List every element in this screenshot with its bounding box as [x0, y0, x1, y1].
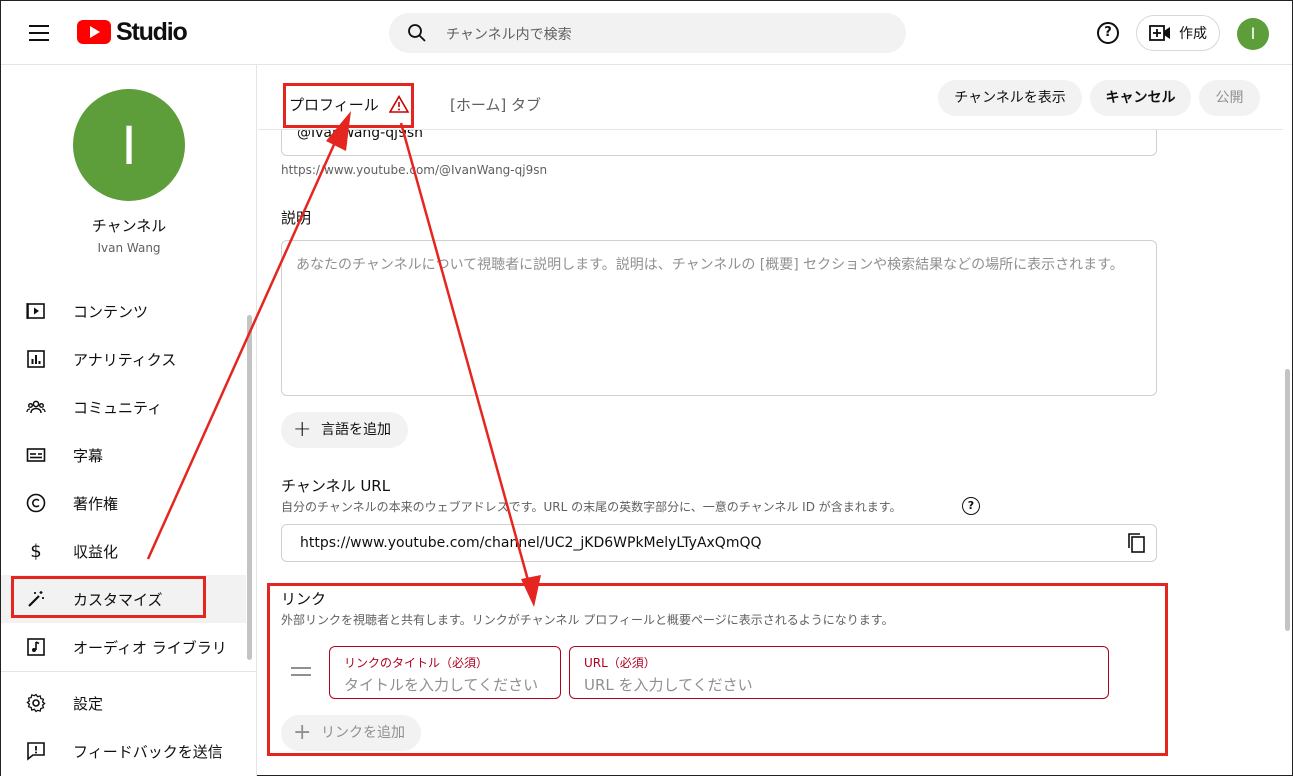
- account-avatar[interactable]: I: [1237, 18, 1269, 50]
- subtitles-icon: [26, 448, 46, 462]
- channel-url-title: チャンネル URL: [281, 477, 391, 495]
- sidebar: I チャンネル Ivan Wang コンテンツ アナリティクス コミュニティ 字…: [1, 65, 257, 776]
- description-placeholder: あなたのチャンネルについて視聴者に説明します。説明は、チャンネルの [概要] セ…: [296, 257, 1124, 273]
- cancel-button[interactable]: キャンセル: [1090, 80, 1191, 116]
- publish-button[interactable]: 公開: [1199, 80, 1260, 116]
- feedback-icon: [27, 742, 45, 761]
- gear-icon: [26, 693, 46, 713]
- tab-home[interactable]: [ホーム] タブ: [450, 94, 541, 115]
- help-icon[interactable]: ?: [1097, 22, 1119, 44]
- description-label: 説明: [281, 209, 312, 227]
- sidebar-item-label: 字幕: [73, 447, 104, 465]
- sidebar-item-label: フィードバックを送信: [73, 743, 223, 761]
- channel-url-value: https://www.youtube.com/channel/UC2_jKD6…: [300, 535, 762, 551]
- sidebar-item-content[interactable]: コンテンツ: [1, 287, 246, 335]
- sidebar-item-analytics[interactable]: アナリティクス: [1, 335, 246, 383]
- search-input[interactable]: チャンネル内で検索: [389, 13, 906, 53]
- sidebar-divider: [1, 671, 257, 672]
- search-placeholder: チャンネル内で検索: [446, 27, 572, 43]
- sidebar-item-subtitles[interactable]: 字幕: [1, 431, 246, 479]
- channel-avatar[interactable]: I: [73, 89, 185, 201]
- sidebar-scrollbar[interactable]: [247, 315, 252, 660]
- search-icon: [408, 24, 426, 42]
- community-icon: [26, 400, 46, 414]
- view-channel-button[interactable]: チャンネルを表示: [938, 80, 1082, 116]
- sidebar-item-settings[interactable]: 設定: [1, 679, 246, 727]
- copyright-icon: [26, 493, 46, 513]
- audio-library-icon: [27, 638, 45, 656]
- sidebar-item-community[interactable]: コミュニティ: [1, 383, 246, 431]
- sidebar-item-feedback[interactable]: フィードバックを送信: [1, 727, 246, 775]
- main-scrollbar[interactable]: [1285, 369, 1290, 631]
- copy-icon[interactable]: [1126, 532, 1146, 554]
- sidebar-item-label: 設定: [73, 695, 104, 713]
- youtube-play-icon: [77, 20, 111, 44]
- video-add-icon: [1149, 25, 1170, 41]
- channel-label: チャンネル: [91, 217, 167, 235]
- annotation-box-customize: [11, 576, 206, 618]
- svg-text:$: $: [30, 541, 41, 561]
- sidebar-item-monetization[interactable]: $ 収益化: [1, 527, 246, 575]
- top-bar: Studio チャンネル内で検索 ? 作成 I: [1, 1, 1292, 65]
- help-icon[interactable]: ?: [962, 497, 980, 515]
- annotation-box-links: [267, 583, 1168, 756]
- monetization-icon: $: [30, 541, 41, 561]
- sidebar-item-label: 著作権: [73, 495, 119, 513]
- channel-name: Ivan Wang: [97, 241, 161, 255]
- create-label: 作成: [1179, 26, 1207, 42]
- create-button[interactable]: 作成: [1136, 15, 1220, 51]
- plus-icon: +: [293, 417, 312, 442]
- logo-text: Studio: [116, 17, 188, 46]
- annotation-box-profile-tab: [283, 83, 414, 128]
- menu-icon[interactable]: [29, 25, 49, 41]
- studio-logo[interactable]: Studio: [77, 17, 188, 46]
- sidebar-item-copyright[interactable]: 著作権: [1, 479, 246, 527]
- handle-url: https://www.youtube.com/@IvanWang-qj9sn: [281, 163, 548, 177]
- sidebar-item-label: 収益化: [73, 543, 119, 561]
- add-language-button[interactable]: + 言語を追加: [281, 412, 408, 448]
- content-icon: [26, 303, 45, 319]
- channel-url-description: 自分のチャンネルの本来のウェブアドレスです。URL の末尾の英数字部分に、一意の…: [281, 500, 902, 514]
- analytics-icon: [27, 350, 45, 368]
- sidebar-item-label: コミュニティ: [73, 399, 163, 417]
- sidebar-item-label: オーディオ ライブラリ: [73, 639, 227, 657]
- sidebar-item-audio-library[interactable]: オーディオ ライブラリ: [1, 623, 246, 671]
- add-language-label: 言語を追加: [321, 422, 391, 438]
- sidebar-item-label: コンテンツ: [73, 303, 149, 321]
- sidebar-item-label: アナリティクス: [73, 351, 177, 369]
